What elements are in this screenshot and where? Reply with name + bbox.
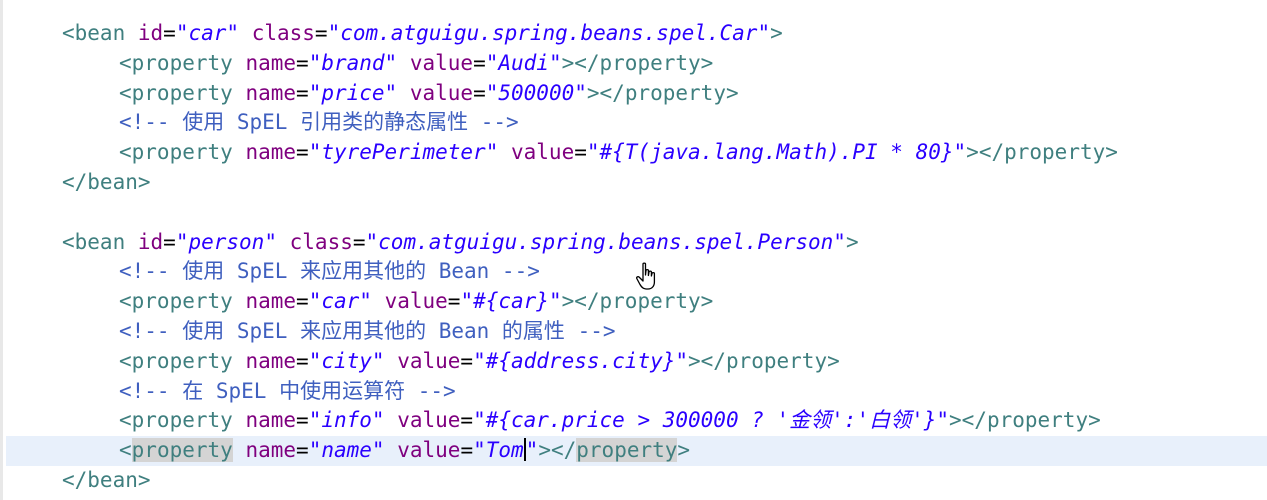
xml-close-tag: </bean> — [62, 169, 151, 194]
xml-tag: <property — [119, 348, 233, 373]
xml-attribute-value: "info" — [308, 408, 385, 433]
xml-attribute: name — [245, 408, 297, 433]
code-line[interactable]: <property name="info" value="#{car.price… — [0, 406, 1267, 436]
xml-attribute: value — [409, 80, 474, 105]
xml-tag: <property — [119, 289, 233, 314]
xml-tag-end: > — [770, 21, 783, 45]
xml-attribute-value: "price" — [308, 80, 398, 105]
xml-attribute-value-editing: "Tom — [473, 438, 524, 463]
xml-comment: <!-- 使用 SpEL 引用类的静态属性 --> — [119, 110, 519, 135]
code-line[interactable]: </bean> — [0, 466, 1267, 496]
xml-tag-end-open: ></ — [538, 438, 577, 463]
xml-tag: <property — [119, 50, 233, 75]
hand-pointer-icon — [636, 262, 656, 290]
xml-attribute-value: "brand" — [308, 50, 398, 75]
xml-attribute: value — [397, 408, 461, 433]
xml-code-editor[interactable]: <bean id="car" class="com.atguigu.spring… — [0, 0, 1267, 500]
xml-tag: <property — [119, 80, 233, 105]
xml-attribute-value: "#{T(java.lang.Math).PI * 80}" — [586, 140, 967, 165]
xml-tag-end: > — [845, 229, 859, 254]
code-line[interactable]: <property name="price" value="500000"></… — [0, 79, 1267, 109]
xml-tag-end-close: > — [677, 438, 691, 463]
xml-attribute: name — [245, 80, 297, 105]
xml-attribute-value: "person" — [175, 229, 277, 254]
xml-attribute: class — [289, 229, 353, 254]
xml-tag-end: ></property> — [561, 50, 714, 75]
xml-tag: <property — [119, 140, 233, 165]
code-line[interactable]: <property name="car" value="#{car}"></pr… — [0, 287, 1267, 317]
code-line[interactable]: <!-- 使用 SpEL 引用类的静态属性 --> — [0, 108, 1267, 138]
xml-attribute-value: "tyrePerimeter" — [308, 140, 499, 165]
xml-close-tag-name-highlighted: property — [576, 438, 678, 463]
xml-tag-name-highlighted: property — [131, 438, 233, 463]
xml-attribute: value — [384, 289, 448, 314]
xml-tag-end: ></property> — [561, 289, 714, 314]
xml-comment: <!-- 使用 SpEL 来应用其他的 Bean 的属性 --> — [119, 318, 616, 343]
code-line[interactable]: <bean id="person" class="com.atguigu.spr… — [0, 228, 1267, 258]
xml-attribute-value: "#{car.price > 300000 ? '金领':'白领'}" — [473, 408, 950, 433]
code-line[interactable]: </bean> — [0, 168, 1267, 198]
xml-attribute: value — [409, 50, 474, 75]
xml-attribute-value-end: " — [525, 438, 539, 463]
xml-tag: <property — [119, 408, 233, 433]
xml-attribute-value: "#{address.city}" — [473, 348, 689, 373]
xml-close-tag: </bean> — [62, 467, 151, 492]
xml-tag-end: ></property> — [688, 348, 840, 373]
xml-attribute-value: "500000" — [485, 80, 587, 105]
xml-comment: <!-- 使用 SpEL 来应用其他的 Bean --> — [119, 259, 540, 284]
xml-attribute: name — [245, 50, 297, 75]
xml-attribute: id — [137, 229, 164, 254]
xml-attribute: value — [397, 438, 461, 463]
xml-tag-open-bracket: < — [119, 438, 132, 463]
xml-attribute: value — [511, 140, 575, 165]
code-line-blank[interactable] — [0, 198, 1267, 228]
code-line[interactable]: <!-- 使用 SpEL 来应用其他的 Bean --> — [0, 257, 1267, 287]
code-line-current[interactable]: <property name="name" value="Tom"></prop… — [6, 436, 1267, 466]
code-line[interactable]: <property name="brand" value="Audi"></pr… — [0, 49, 1267, 79]
code-line[interactable]: <property name="tyrePerimeter" value="#{… — [0, 138, 1267, 168]
xml-attribute-value: "#{car}" — [460, 289, 562, 314]
code-line[interactable]: <property name="city" value="#{address.c… — [0, 347, 1267, 377]
xml-tag-end: ></property> — [586, 80, 739, 105]
xml-attribute: id — [137, 21, 164, 45]
xml-attribute: value — [397, 348, 461, 373]
xml-attribute: name — [245, 438, 297, 463]
xml-tag-end: ></property> — [949, 408, 1101, 433]
xml-attribute: name — [245, 289, 297, 314]
xml-attribute-value: "com.atguigu.spring.beans.spel.Car" — [327, 21, 771, 45]
xml-attribute: name — [245, 140, 297, 165]
xml-attribute: class — [251, 21, 315, 45]
xml-comment: <!-- 在 SpEL 中使用运算符 --> — [119, 378, 456, 403]
xml-attribute-value: "car" — [175, 21, 240, 45]
code-line[interactable]: <bean id="car" class="com.atguigu.spring… — [0, 19, 1267, 49]
xml-attribute-value: "car" — [308, 289, 372, 314]
xml-tag: <bean — [62, 229, 126, 254]
xml-attribute-value: "com.atguigu.spring.beans.spel.Person" — [365, 229, 846, 254]
code-line[interactable]: <!-- 使用 SpEL 来应用其他的 Bean 的属性 --> — [0, 317, 1267, 347]
xml-attribute-value: "Audi" — [485, 50, 562, 75]
code-line[interactable]: <!-- 在 SpEL 中使用运算符 --> — [0, 377, 1267, 407]
xml-attribute-value: "city" — [308, 348, 385, 373]
xml-tag-end: ></property> — [966, 140, 1118, 165]
xml-attribute-value: "name" — [308, 438, 385, 463]
xml-tag: <bean — [62, 21, 126, 45]
xml-attribute: name — [245, 348, 297, 373]
